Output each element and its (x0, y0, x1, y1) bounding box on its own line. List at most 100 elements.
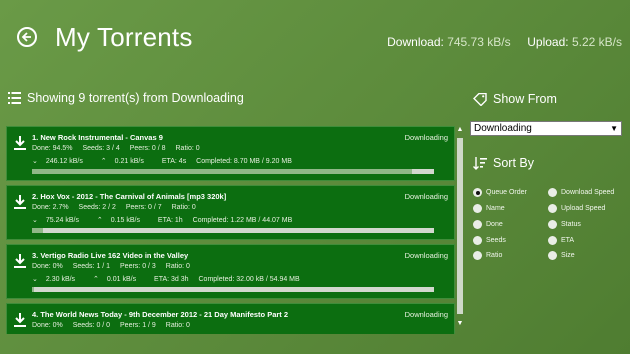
sort-option-label: ETA (561, 237, 575, 244)
torrent-status: Downloading (404, 251, 448, 260)
torrent-name: 4. The World News Today - 9th December 2… (32, 310, 289, 319)
show-from-heading: Show From (473, 92, 557, 106)
page-title: My Torrents (55, 22, 193, 52)
torrent-eta: ETA: 1h (157, 217, 183, 224)
list-heading-text: Showing 9 torrent(s) from Downloading (27, 91, 244, 105)
sort-option-status[interactable]: Status (548, 220, 581, 229)
up-chevron-icon: ⌃ (93, 276, 99, 283)
down-chevron-icon: ⌄ (32, 158, 38, 165)
torrent-ratio: Ratio: 0 (165, 263, 190, 270)
up-chevron-icon: ⌃ (100, 158, 107, 165)
down-speed-group: ⌄ 2.30 kB/s (32, 276, 83, 283)
sort-option-eta[interactable]: ETA (548, 236, 574, 245)
sort-icon (473, 157, 487, 170)
show-from-value: Downloading (474, 123, 532, 134)
down-speed-group: ⌄ 246.12 kB/s (32, 158, 91, 165)
sort-option-download-speed[interactable]: Download Speed (548, 188, 614, 197)
torrent-name: 2. Hox Vox - 2012 - The Carnival of Anim… (32, 192, 227, 201)
list-heading: Showing 9 torrent(s) from Downloading (8, 91, 244, 105)
torrent-ratio: Ratio: 0 (171, 204, 196, 211)
up-speed-group: ⌃ 0.01 kB/s (93, 276, 144, 283)
torrent-peers: Peers: 0 / 8 (129, 145, 166, 152)
torrent-list: 1. New Rock Instrumental - Canvas 9 Down… (6, 124, 455, 334)
radio-icon (473, 204, 482, 213)
download-speed: 745.73 kB/s (447, 35, 511, 49)
torrent-down-speed: 75.24 kB/s (45, 217, 79, 224)
torrent-done: Done: 94.5% (32, 145, 73, 152)
torrent-seeds: Seeds: 3 / 4 (82, 145, 120, 152)
scroll-down-icon[interactable]: ▼ (456, 320, 464, 328)
torrent-status: Downloading (404, 133, 448, 142)
radio-icon (548, 251, 557, 260)
download-label: Download: (387, 35, 444, 49)
scroll-up-icon[interactable]: ▲ (456, 126, 464, 134)
up-chevron-icon: ⌃ (96, 217, 103, 224)
sort-option-label: Done (486, 221, 503, 228)
torrent-status: Downloading (404, 310, 448, 319)
torrent-seeds: Seeds: 2 / 2 (78, 204, 116, 211)
sort-by-heading: Sort By (473, 156, 534, 170)
speed-summary: Download: 745.73 kB/s Upload: 5.22 kB/s (387, 35, 622, 49)
sort-option-name[interactable]: Name (473, 204, 505, 213)
list-scrollbar[interactable]: ▲ ▼ (456, 124, 464, 334)
sort-option-seeds[interactable]: Seeds (473, 236, 506, 245)
radio-selected-icon (473, 188, 482, 197)
progress-fill (32, 287, 35, 292)
torrent-completed: Completed: 8.70 MB / 9.20 MB (196, 158, 292, 165)
torrent-seeds: Seeds: 0 / 0 (72, 322, 111, 329)
torrent-peers: Peers: 0 / 3 (120, 263, 156, 270)
progress-fill (32, 228, 43, 233)
down-speed-group: ⌄ 75.24 kB/s (32, 217, 87, 224)
scrollbar-thumb[interactable] (457, 138, 463, 314)
torrent-item[interactable]: 1. New Rock Instrumental - Canvas 9 Down… (6, 126, 455, 181)
torrent-progress (32, 287, 434, 292)
sort-option-label: Name (486, 205, 505, 212)
radio-icon (548, 220, 557, 229)
sort-option-label: Upload Speed (561, 205, 606, 212)
back-button[interactable] (17, 27, 37, 47)
torrent-completed: Completed: 32.00 kB / 54.94 MB (198, 276, 300, 283)
radio-icon (548, 188, 557, 197)
torrent-status: Downloading (404, 192, 448, 201)
down-chevron-icon: ⌄ (32, 276, 38, 283)
sort-option-ratio[interactable]: Ratio (473, 251, 502, 260)
sort-option-done[interactable]: Done (473, 220, 503, 229)
sort-option-label: Download Speed (561, 189, 615, 196)
upload-speed: 5.22 kB/s (571, 35, 622, 49)
radio-icon (473, 220, 482, 229)
radio-icon (548, 236, 557, 245)
sort-option-label: Seeds (486, 237, 506, 244)
sort-option-label: Status (561, 221, 581, 228)
torrent-ratio: Ratio: 0 (175, 145, 200, 152)
sort-option-size[interactable]: Size (548, 251, 575, 260)
torrent-done: Done: 2.7% (32, 204, 69, 211)
arrow-left-icon (21, 32, 31, 42)
download-icon (14, 313, 26, 327)
radio-icon (473, 236, 482, 245)
radio-icon (473, 251, 482, 260)
progress-fill (32, 169, 412, 174)
show-from-select[interactable]: Downloading ▼ (470, 121, 622, 136)
torrent-done: Done: 0% (32, 263, 63, 270)
torrent-eta: ETA: 4s (161, 158, 187, 165)
torrent-up-speed: 0.21 kB/s (114, 158, 144, 165)
torrent-progress (32, 228, 434, 233)
show-from-label: Show From (493, 92, 557, 106)
sort-option-label: Size (561, 252, 575, 259)
sort-by-label: Sort By (493, 156, 534, 170)
torrent-item[interactable]: 4. The World News Today - 9th December 2… (6, 303, 455, 334)
down-chevron-icon: ⌄ (32, 217, 38, 224)
torrent-progress (32, 169, 434, 174)
torrent-seeds: Seeds: 1 / 1 (72, 263, 111, 270)
torrent-up-speed: 0.01 kB/s (106, 276, 137, 283)
torrent-item[interactable]: 3. Vertigo Radio Live 162 Video in the V… (6, 244, 455, 299)
torrent-item[interactable]: 2. Hox Vox - 2012 - The Carnival of Anim… (6, 185, 455, 240)
torrent-down-speed: 2.30 kB/s (45, 276, 76, 283)
torrent-name: 1. New Rock Instrumental - Canvas 9 (32, 133, 163, 142)
up-speed-group: ⌃ 0.15 kB/s (97, 217, 148, 224)
sort-option-label: Queue Order (486, 189, 527, 196)
sort-option-upload-speed[interactable]: Upload Speed (548, 204, 605, 213)
torrent-up-speed: 0.15 kB/s (110, 217, 140, 224)
sort-option-label: Ratio (486, 252, 503, 259)
sort-option-queue-order[interactable]: Queue Order (473, 188, 527, 197)
